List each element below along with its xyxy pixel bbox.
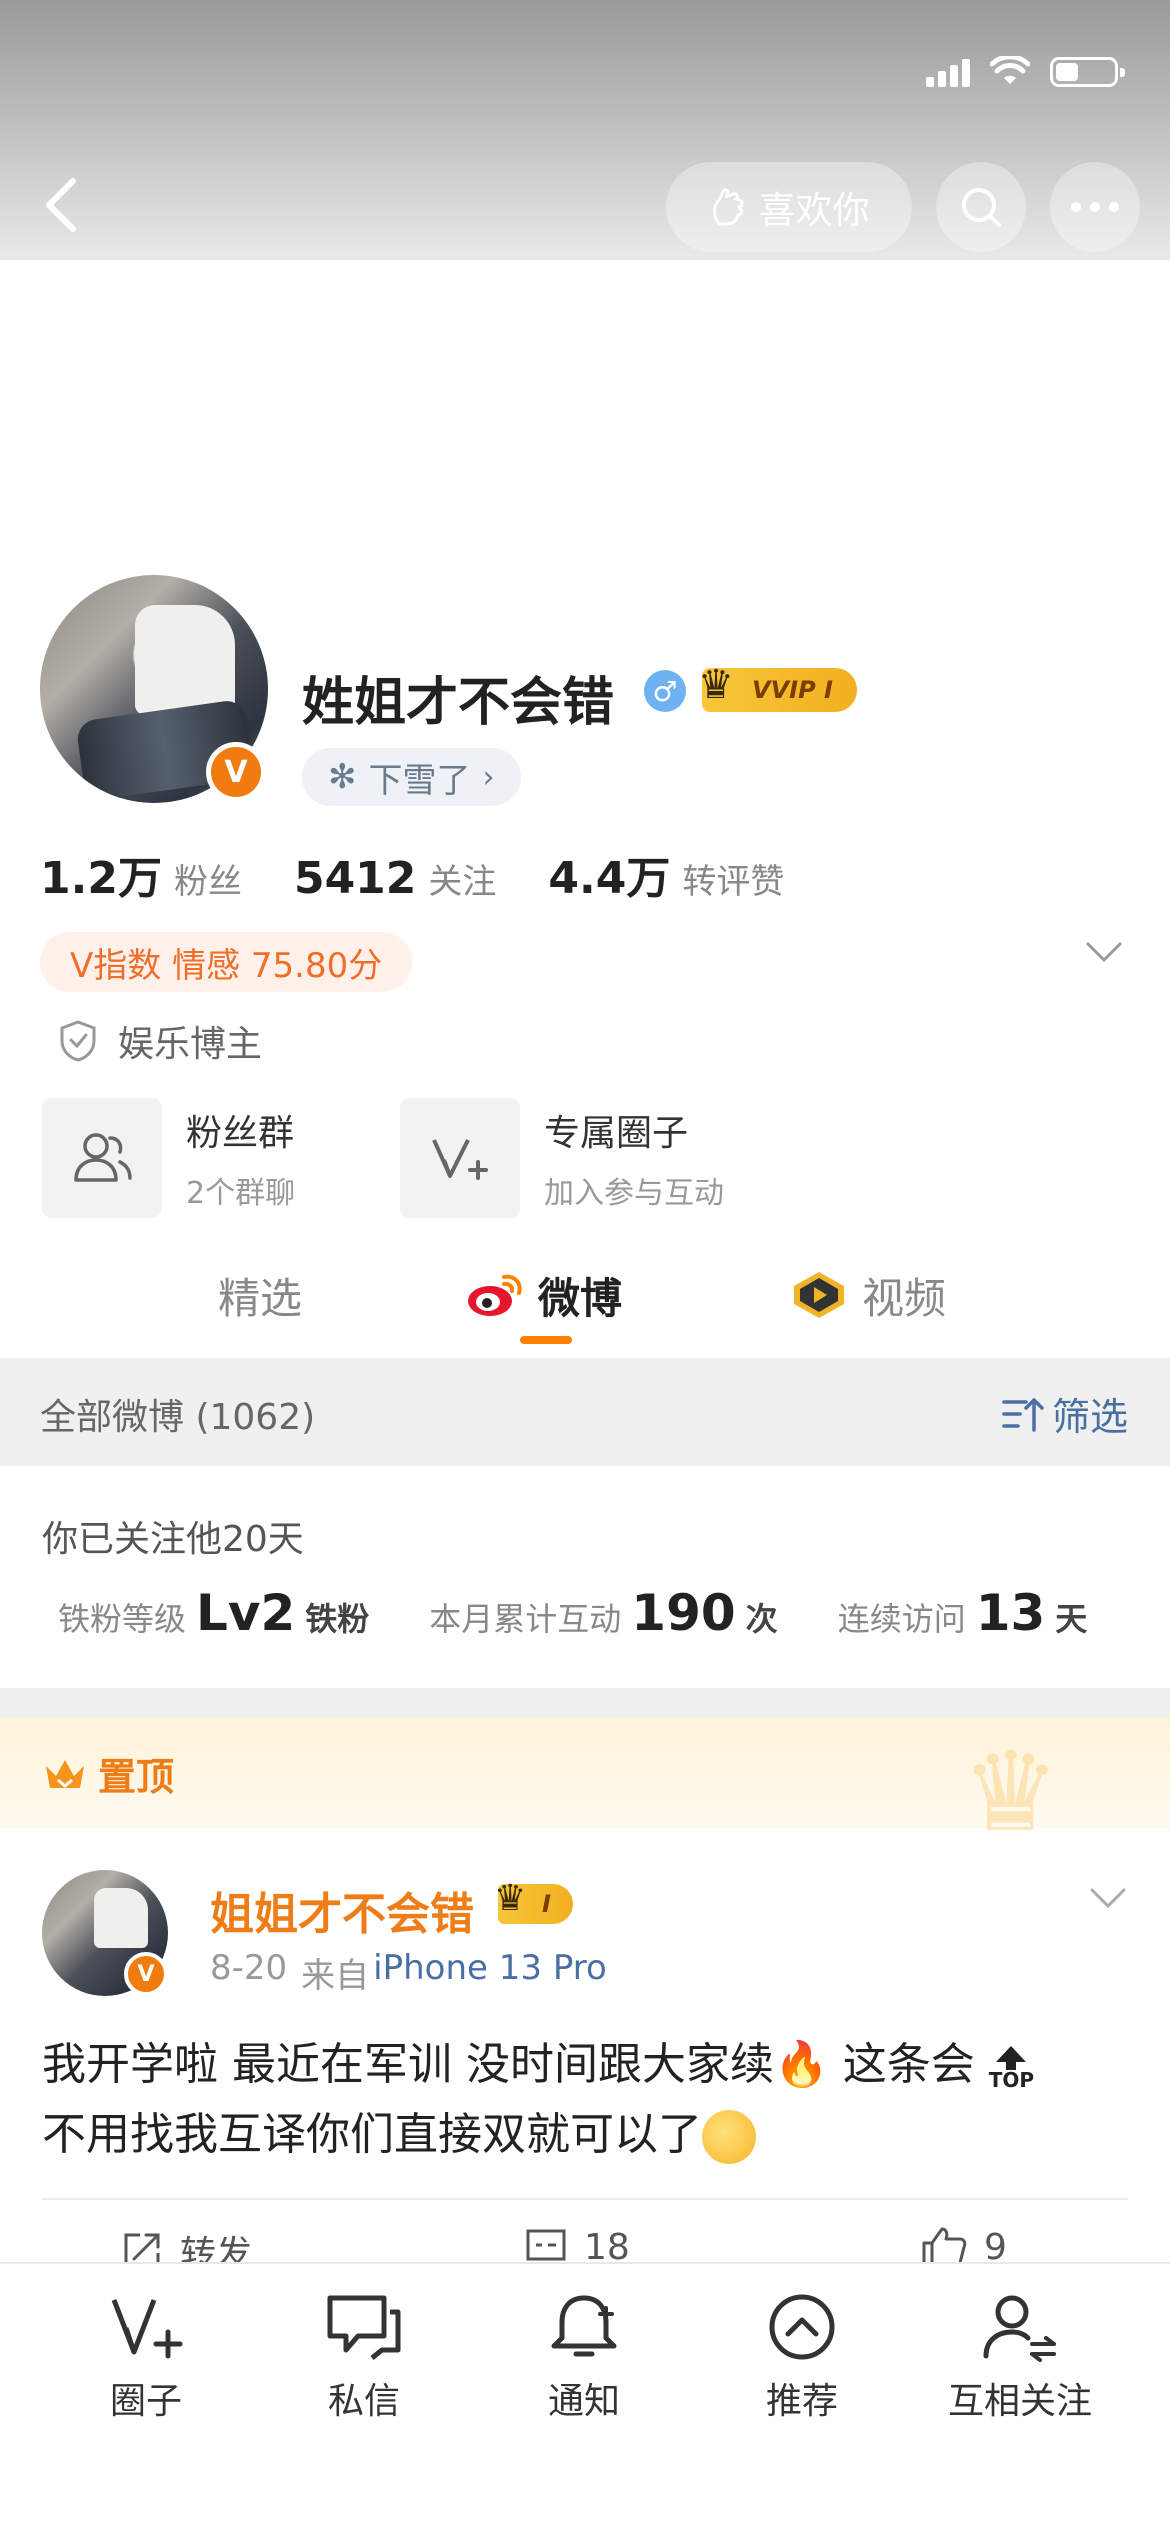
filter-icon bbox=[1002, 1397, 1044, 1432]
vvip-badge[interactable]: ♛ VVIP I bbox=[698, 662, 857, 712]
stat-following[interactable]: 5412 关注 bbox=[294, 853, 496, 904]
exclusive-circle-title: 专属圈子 bbox=[544, 1113, 689, 1154]
circle-v-icon bbox=[111, 2299, 183, 2359]
section-divider bbox=[0, 1688, 1170, 1718]
nav-recommend[interactable]: 推荐 bbox=[712, 2292, 892, 2424]
post-text-line2: 不用找我互译你们直接双就可以了 bbox=[42, 2109, 702, 2160]
exclusive-circle-subtitle: 加入参与互动 bbox=[544, 1176, 724, 1211]
exclusive-circle-icon-box bbox=[400, 1098, 520, 1218]
mutual-follow-icon bbox=[983, 2295, 1056, 2362]
stat-reposts-comments-likes[interactable]: 4.4万 转评赞 bbox=[548, 842, 784, 906]
status-snow-pill[interactable]: ✻ 下雪了 › bbox=[302, 748, 521, 806]
all-weibo-count[interactable]: 全部微博 (1062) bbox=[40, 1388, 315, 1440]
post-author-name[interactable]: 姐姐才不会错 bbox=[210, 1878, 474, 1942]
chevron-down-icon bbox=[1090, 1888, 1126, 1909]
tab-featured[interactable]: 精选 bbox=[218, 1255, 302, 1335]
filter-bar: 全部微博 (1062) 筛选 bbox=[0, 1358, 1170, 1466]
post-source[interactable]: iPhone 13 Pro bbox=[373, 1948, 607, 1997]
tab-video[interactable]: 视频 bbox=[790, 1255, 946, 1335]
like-you-button[interactable]: 喜欢你 bbox=[666, 162, 912, 252]
crown-icon: ♛ bbox=[698, 662, 734, 708]
profile-tabs: 精选 微博 视频 bbox=[0, 1255, 1170, 1355]
fan-level-stat[interactable]: 铁粉等级 Lv2 铁粉 bbox=[58, 1584, 369, 1642]
filter-button[interactable]: 筛选 bbox=[1000, 1386, 1128, 1441]
cellular-signal-icon bbox=[926, 57, 970, 87]
vvip-label: VVIP I bbox=[752, 676, 833, 704]
search-icon bbox=[962, 188, 1001, 227]
profile-stats: 1.2万 粉丝 5412 关注 4.4万 转评赞 bbox=[40, 842, 784, 906]
expand-profile-button[interactable] bbox=[1084, 940, 1124, 968]
active-tab-indicator bbox=[520, 1336, 572, 1344]
circle-v-plus-icon bbox=[432, 1139, 488, 1180]
crown-icon: ♛ bbox=[494, 1878, 527, 1919]
category-label: 娱乐博主 bbox=[118, 1024, 263, 1065]
wifi-icon bbox=[990, 56, 1030, 84]
monthly-interaction-stat[interactable]: 本月累计互动 190 次 bbox=[429, 1584, 777, 1642]
post-source-prefix: 来自 bbox=[301, 1956, 370, 1996]
like-hand-icon bbox=[712, 188, 743, 226]
nav-circle[interactable]: 圈子 bbox=[56, 2292, 236, 2424]
status-label: 下雪了 bbox=[368, 760, 471, 801]
post-divider bbox=[42, 2198, 1128, 2200]
fan-group-card[interactable]: 粉丝群 2个群聊 bbox=[42, 1098, 295, 1218]
post-meta: 8-20 来自 iPhone 13 Pro bbox=[210, 1948, 607, 1997]
post-menu-button[interactable] bbox=[1088, 1886, 1128, 1914]
exclusive-circle-card[interactable]: 专属圈子 加入参与互动 bbox=[400, 1098, 724, 1218]
post-text-line1: 我开学啦 最近在军训 没时间跟大家续 bbox=[42, 2039, 774, 2090]
crown-decoration-icon: ♛ bbox=[961, 1728, 1060, 1856]
top-arrow-icon: TOP bbox=[989, 2044, 1034, 2090]
more-button[interactable] bbox=[1050, 162, 1140, 252]
back-button[interactable] bbox=[30, 170, 90, 240]
nav-notifications[interactable]: 通知 bbox=[494, 2292, 674, 2424]
people-icon bbox=[74, 1133, 132, 1182]
pinned-label-row: 置顶 bbox=[42, 1746, 174, 1801]
fan-group-subtitle: 2个群聊 bbox=[186, 1176, 296, 1211]
consecutive-visit-stat[interactable]: 连续访问 13 天 bbox=[838, 1584, 1088, 1642]
post-verified-badge: V bbox=[124, 1952, 168, 1996]
male-gender-icon: ♂ bbox=[644, 670, 686, 712]
weibo-logo-icon bbox=[468, 1274, 522, 1316]
battery-icon bbox=[1050, 57, 1125, 87]
post-date: 8-20 bbox=[210, 1948, 288, 1988]
snowflake-icon: ✻ bbox=[328, 757, 357, 797]
kiss-emoji-icon bbox=[702, 2110, 756, 2164]
post-body[interactable]: 我开学啦 最近在军训 没时间跟大家续🔥 这条会 TOP 不用找我互译你们直接双就… bbox=[42, 2030, 1132, 2170]
verified-v-badge: V bbox=[206, 742, 266, 802]
stat-followers[interactable]: 1.2万 粉丝 bbox=[40, 842, 242, 906]
profile-name: 姓姐才不会错 bbox=[302, 673, 615, 733]
v-index-label: V指数 情感 75.80分 bbox=[70, 945, 383, 986]
post-vip-badge[interactable]: ♛ I bbox=[494, 1878, 573, 1924]
back-icon bbox=[46, 178, 76, 232]
follow-days-text: 你已关注他20天 bbox=[42, 1519, 304, 1560]
filter-label: 筛选 bbox=[1051, 1395, 1128, 1439]
crown-icon bbox=[46, 1759, 84, 1788]
fan-group-icon-box bbox=[42, 1098, 162, 1218]
fire-emoji-icon: 🔥 bbox=[773, 2039, 829, 2090]
like-you-label: 喜欢你 bbox=[758, 189, 870, 232]
v-index-badge[interactable]: V指数 情感 75.80分 bbox=[40, 932, 413, 992]
shield-check-icon bbox=[60, 1020, 96, 1062]
nav-mutual-follow[interactable]: 互相关注 bbox=[930, 2292, 1110, 2424]
chevron-right-icon: › bbox=[482, 759, 495, 795]
nav-messages[interactable]: 私信 bbox=[274, 2292, 454, 2424]
bell-icon bbox=[551, 2295, 617, 2357]
video-badge-icon bbox=[794, 1272, 844, 1318]
follow-info-panel: 你已关注他20天 铁粉等级 Lv2 铁粉 本月累计互动 190 次 连续访问 1… bbox=[0, 1466, 1170, 1688]
recommend-icon bbox=[769, 2294, 835, 2360]
fan-group-title: 粉丝群 bbox=[186, 1113, 295, 1154]
search-button[interactable] bbox=[936, 162, 1026, 252]
follow-stats: 铁粉等级 Lv2 铁粉 本月累计互动 190 次 连续访问 13 天 bbox=[58, 1584, 1087, 1642]
status-bar bbox=[926, 52, 1125, 92]
pinned-header: 置顶 ♛ bbox=[0, 1718, 1170, 1856]
post-text-line1b: 这条会 bbox=[828, 2039, 975, 2090]
chevron-down-icon bbox=[1086, 942, 1122, 963]
bottom-toolbar: 圈子 私信 通知 推荐 互相关注 bbox=[0, 2262, 1170, 2532]
more-icon bbox=[1071, 202, 1119, 212]
category-row: 娱乐博主 bbox=[58, 1015, 262, 1067]
tab-weibo[interactable]: 微博 bbox=[466, 1255, 622, 1335]
message-icon bbox=[327, 2295, 401, 2360]
